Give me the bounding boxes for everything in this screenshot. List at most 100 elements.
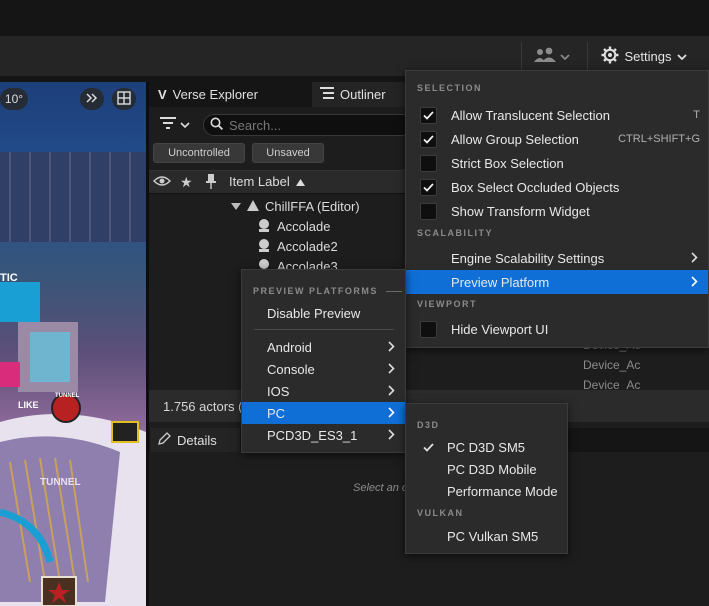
menu-divider	[254, 329, 394, 330]
gear-icon	[601, 46, 619, 67]
expand-toolbar-button[interactable]	[80, 88, 104, 110]
checkbox-checked[interactable]	[420, 130, 437, 148]
menu-item-pc-d3d-mobile[interactable]: PC D3D Mobile	[406, 458, 567, 480]
sort-ascending-icon	[295, 174, 305, 189]
checkbox-unchecked[interactable]	[420, 202, 437, 220]
viewport-layout-button[interactable]	[112, 88, 136, 110]
menu-item-pc-d3d-sm5[interactable]: PC D3D SM5	[406, 436, 567, 458]
viewport-sign: TUNNEL	[55, 393, 80, 399]
eye-icon[interactable]	[153, 174, 171, 191]
checkbox-checked[interactable]	[420, 106, 437, 124]
users-icon	[534, 47, 556, 66]
pencil-icon	[158, 432, 171, 448]
search-input[interactable]: Search...	[229, 118, 281, 133]
viewport-sign: TUNNEL	[40, 477, 81, 488]
menu-item-label: PC D3D Mobile	[447, 461, 537, 477]
chevron-right-icon	[388, 362, 395, 377]
menu-item-pc-vulkan-sm5[interactable]: PC Vulkan SM5	[406, 525, 567, 547]
tab-label: Verse Explorer	[172, 87, 258, 102]
column-label: Item Label	[229, 174, 290, 189]
chevron-right-icon	[691, 251, 698, 266]
chevron-right-icon	[388, 428, 395, 443]
toolbar-divider	[521, 42, 522, 70]
checkbox-checked[interactable]	[420, 178, 437, 196]
actor-count: 1.756 actors (	[163, 398, 243, 414]
menu-item-android[interactable]: Android	[242, 336, 405, 358]
shortcut-label: T	[693, 109, 700, 121]
menu-item-ios[interactable]: IOS	[242, 380, 405, 402]
menu-item-label: Allow Group Selection	[451, 131, 579, 147]
pill-label: Uncontrolled	[168, 147, 230, 159]
filter-uncontrolled[interactable]: Uncontrolled	[153, 143, 245, 163]
fov-value: 10°	[4, 92, 24, 106]
tree-row-label: Device_Ac	[583, 358, 641, 372]
viewport-sign: TIC	[0, 272, 18, 284]
double-chevron-right-icon	[86, 92, 98, 106]
menu-item-pc[interactable]: PC	[242, 402, 405, 424]
chevron-right-icon	[388, 406, 395, 421]
settings-label: Settings	[624, 48, 672, 64]
outliner-search[interactable]: Search...	[203, 114, 413, 136]
section-vulkan: VULKAN	[417, 508, 464, 518]
menu-item-label: Android	[267, 339, 312, 355]
menu-item-box-select-occluded[interactable]: Box Select Occluded Objects	[406, 175, 708, 199]
tab-details[interactable]: Details	[150, 428, 240, 452]
details-hint: Select an o	[353, 482, 409, 494]
tab-label: Details	[177, 432, 217, 448]
menu-item-label: PCD3D_ES3_1	[267, 427, 358, 443]
menu-item-performance-mode[interactable]: Performance Mode	[406, 480, 567, 502]
menu-item-allow-translucent[interactable]: Allow Translucent Selection T	[406, 103, 708, 127]
star-icon[interactable]: ★	[180, 174, 193, 191]
menu-item-label: Strict Box Selection	[451, 155, 564, 171]
section-selection: SELECTION	[417, 83, 483, 93]
tree-row-label: Accolade2	[277, 238, 338, 254]
filter-unsaved[interactable]: Unsaved	[252, 143, 324, 163]
settings-button[interactable]: Settings	[596, 40, 692, 72]
menu-item-console[interactable]: Console	[242, 358, 405, 380]
grid-icon	[117, 90, 131, 108]
pin-icon[interactable]	[205, 174, 217, 192]
level-viewport[interactable]: TIC TUNNEL LIKE TUNNEL	[0, 82, 146, 606]
chevron-right-icon	[691, 275, 698, 290]
menu-item-disable-preview[interactable]: Disable Preview	[242, 301, 405, 325]
menu-item-allow-group[interactable]: Allow Group Selection CTRL+SHIFT+G	[406, 127, 708, 151]
menu-item-hide-viewport-ui[interactable]: Hide Viewport UI	[406, 317, 708, 341]
collapse-arrow-icon[interactable]	[231, 199, 241, 214]
viewport-sign: LIKE	[18, 400, 39, 410]
menu-item-label: Disable Preview	[267, 305, 361, 321]
menu-item-preview-platform[interactable]: Preview Platform	[406, 270, 708, 294]
users-button[interactable]	[527, 40, 577, 72]
column-item-label[interactable]: Item Label	[229, 174, 305, 189]
title-bar	[0, 0, 709, 36]
section-label: PREVIEW PLATFORMS	[253, 286, 378, 296]
menu-item-label: Console	[267, 361, 315, 377]
verse-icon: V	[158, 87, 167, 102]
menu-item-strict-box[interactable]: Strict Box Selection	[406, 151, 708, 175]
pc-platform-menu: D3D PC D3D SM5 PC D3D Mobile Performance…	[405, 403, 568, 554]
menu-item-label: PC	[267, 405, 286, 421]
section-preview-platforms: PREVIEW PLATFORMS	[253, 286, 402, 296]
checkbox-unchecked[interactable]	[420, 320, 437, 338]
filter-button[interactable]	[160, 116, 190, 133]
menu-item-label: Preview Platform	[451, 274, 550, 290]
menu-item-show-transform-widget[interactable]: Show Transform Widget	[406, 199, 708, 223]
actor-icon	[257, 218, 271, 235]
preview-platforms-menu: PREVIEW PLATFORMS Disable Preview Androi…	[241, 269, 406, 453]
fov-button[interactable]: 10°	[0, 88, 28, 110]
menu-item-label: Engine Scalability Settings	[451, 250, 605, 266]
tab-verse-explorer[interactable]: V Verse Explorer	[150, 82, 310, 107]
menu-item-pcd3d-es3[interactable]: PCD3D_ES3_1	[242, 424, 405, 446]
section-scalability: SCALABILITY	[417, 228, 493, 238]
menu-item-label: Performance Mode	[447, 483, 558, 499]
menu-item-engine-scalability[interactable]: Engine Scalability Settings	[406, 246, 708, 270]
menu-item-label: Allow Translucent Selection	[451, 107, 610, 123]
section-d3d: D3D	[417, 420, 440, 430]
checkmark-icon	[423, 440, 434, 455]
chevron-down-icon	[677, 49, 688, 64]
section-viewport: VIEWPORT	[417, 299, 478, 309]
tab-outliner[interactable]: Outliner	[312, 82, 408, 107]
checkbox-unchecked[interactable]	[420, 154, 437, 172]
menu-item-label: Show Transform Widget	[451, 203, 590, 219]
menu-item-label: PC D3D SM5	[447, 439, 526, 455]
actor-icon	[257, 238, 271, 255]
